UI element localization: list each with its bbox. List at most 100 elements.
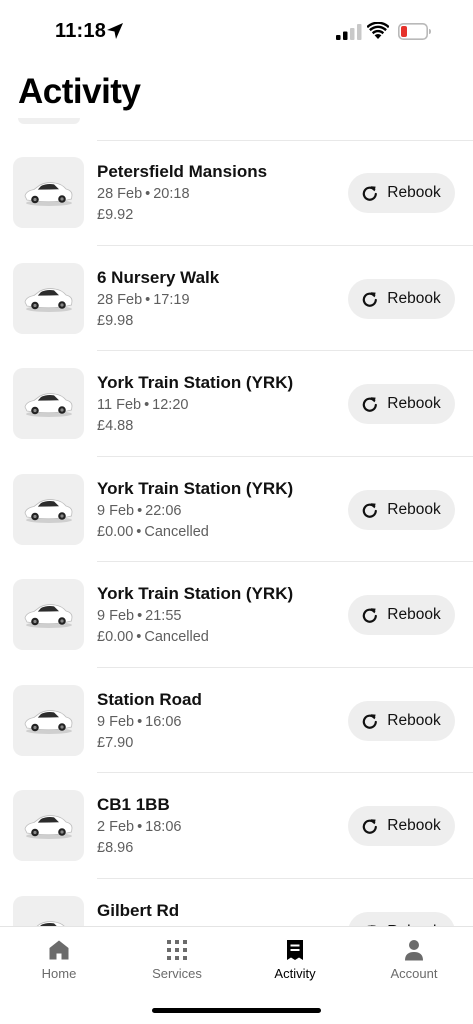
trip-thumbnail <box>13 790 84 861</box>
trip-price-line: £8.96 <box>97 840 133 856</box>
trip-datetime: 9 Feb • 22:06 <box>97 503 181 519</box>
tab-activity[interactable]: Activity <box>236 939 354 981</box>
rebook-button[interactable]: Rebook <box>348 700 455 741</box>
rebook-button[interactable]: Rebook <box>348 806 455 846</box>
rebook-button[interactable]: Rebook <box>348 173 455 213</box>
trip-price-line: £0.00 • Cancelled <box>97 629 209 645</box>
trip-destination: Petersfield Mansions <box>97 162 268 181</box>
trip-row[interactable]: CB1 1BB 2 Feb • 18:06 £8.96 Rebook <box>0 773 473 879</box>
wifi-icon <box>367 22 389 39</box>
car-icon <box>24 815 73 839</box>
trip-time: 20:18 <box>153 186 190 202</box>
rebook-button[interactable]: Rebook <box>348 595 455 635</box>
trip-destination: Station Road <box>97 689 202 709</box>
separator-dot: • <box>137 713 143 730</box>
trip-destination: CB1 1BB <box>97 795 170 814</box>
trip-row[interactable]: Gilbert Rd Rebook <box>0 879 473 926</box>
separator-dot: • <box>144 397 150 413</box>
rebook-button[interactable]: Rebook <box>348 278 455 319</box>
rebook-icon <box>363 186 378 201</box>
rebook-icon <box>363 291 378 307</box>
trip-price-line: £7.90 <box>97 735 133 751</box>
trip-thumbnail <box>13 473 84 545</box>
battery-low-icon <box>398 23 431 40</box>
rebook-icon <box>363 608 378 623</box>
trip-row[interactable]: York Train Station (YRK) 9 Feb • 22:06 £0.00… <box>0 457 473 562</box>
rebook-label: Rebook <box>387 500 441 518</box>
trip-price: £9.92 <box>97 207 134 223</box>
page-title: Activity <box>18 72 141 111</box>
car-icon <box>24 709 73 734</box>
trip-date: 28 Feb <box>97 186 143 202</box>
trip-datetime: 9 Feb • 21:55 <box>97 608 181 624</box>
tab-label-home: Home <box>41 966 77 981</box>
rebook-label: Rebook <box>387 817 441 834</box>
trip-date: 2 Feb <box>97 819 135 835</box>
trip-price: £7.90 <box>97 734 134 751</box>
car-icon <box>24 182 73 206</box>
trip-destination: Gilbert Rd <box>97 900 180 920</box>
trip-price-line: £9.92 <box>97 207 133 223</box>
separator-dot: • <box>145 291 151 308</box>
tab-home[interactable]: Home <box>0 939 118 981</box>
car-icon <box>24 393 73 417</box>
trip-datetime: 28 Feb • 17:19 <box>97 292 190 308</box>
tab-label-services: Services <box>152 966 202 981</box>
status-bar: 11:18 <box>0 0 473 60</box>
trip-price-line: £4.88 <box>97 418 133 434</box>
car-icon <box>36 920 66 926</box>
location-arrow-icon <box>107 23 123 39</box>
home-icon <box>49 940 69 960</box>
trip-status: Cancelled <box>144 523 209 540</box>
trip-list[interactable]: Petersfield Mansions 28 Feb • 20:18 £9.92 Reb… <box>0 118 473 926</box>
car-icon <box>24 604 73 628</box>
trip-status: Cancelled <box>144 629 209 645</box>
separator-dot: • <box>137 502 143 519</box>
rebook-button[interactable]: Rebook <box>348 489 455 530</box>
trip-datetime: 28 Feb • 20:18 <box>97 186 190 202</box>
trip-row[interactable]: 6 Nursery Walk 28 Feb • 17:19 £9.98 Rebook <box>0 246 473 351</box>
rebook-button[interactable]: Rebook <box>348 384 455 424</box>
rebook-button[interactable]: Rebook <box>348 911 455 926</box>
trip-date: 9 Feb <box>97 713 135 730</box>
trip-price-line: £0.00 • Cancelled <box>97 524 209 540</box>
separator-dot: • <box>137 608 143 624</box>
trip-price-line: £9.98 <box>97 313 133 329</box>
trip-datetime: 2 Feb • 18:06 <box>97 819 181 835</box>
trip-destination: York Train Station (YRK) <box>97 478 294 498</box>
person-icon <box>405 940 423 961</box>
trip-price: £4.88 <box>97 418 134 434</box>
trip-time: 21:55 <box>145 608 182 624</box>
trip-time: 12:20 <box>152 397 189 413</box>
trip-date: 11 Feb <box>97 397 142 413</box>
rebook-label: Rebook <box>387 184 441 201</box>
status-time: 11:18 <box>55 20 107 42</box>
trip-destination: 6 Nursery Walk <box>97 267 220 287</box>
rebook-icon <box>363 819 378 834</box>
trip-thumbnail <box>13 684 84 756</box>
tab-account[interactable]: Account <box>355 939 473 981</box>
trip-time: 17:19 <box>153 291 190 308</box>
separator-dot: • <box>136 523 142 540</box>
trip-destination: York Train Station (YRK) <box>97 373 294 392</box>
trip-thumbnail <box>13 895 84 926</box>
trip-price: £8.96 <box>97 840 134 856</box>
tab-label-account: Account <box>390 966 438 981</box>
trip-row[interactable]: York Train Station (YRK) 11 Feb • 12:20 £4.8… <box>0 351 473 457</box>
trip-row[interactable]: Petersfield Mansions 28 Feb • 20:18 £9.92 Reb… <box>0 140 473 246</box>
tab-services[interactable]: Services <box>118 939 236 981</box>
trip-destination: York Train Station (YRK) <box>97 584 294 603</box>
separator-dot: • <box>137 819 143 835</box>
trip-thumbnail <box>13 157 84 228</box>
trip-time: 16:06 <box>145 713 182 730</box>
trip-date: 9 Feb <box>97 502 135 519</box>
rebook-icon <box>363 397 378 412</box>
trip-row[interactable]: Station Road 9 Feb • 16:06 £7.90 Rebook <box>0 668 473 773</box>
rebook-icon <box>363 502 378 518</box>
trip-date: 9 Feb <box>97 608 135 624</box>
rebook-label: Rebook <box>387 395 441 412</box>
trip-row[interactable]: York Train Station (YRK) 9 Feb • 21:55 £0.00… <box>0 562 473 668</box>
trip-thumbnail <box>13 368 84 439</box>
home-indicator <box>152 1008 321 1013</box>
separator-dot: • <box>136 629 142 645</box>
